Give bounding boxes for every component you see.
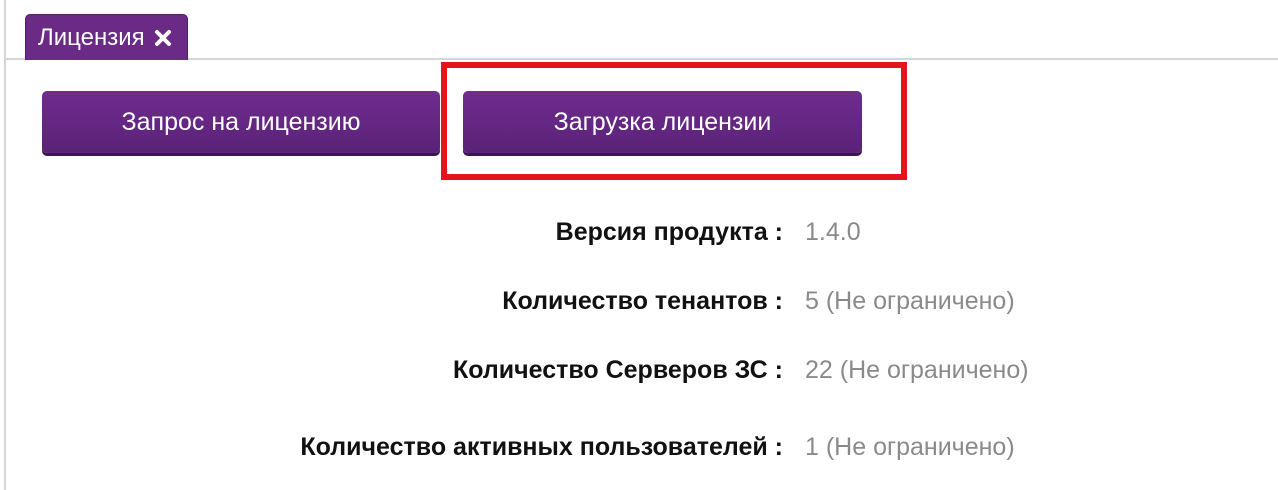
info-label: Количество тенантов :: [502, 287, 783, 315]
tab-license[interactable]: Лицензия: [25, 14, 188, 60]
close-icon[interactable]: [153, 28, 173, 48]
license-page: Лицензия Запрос на лицензию Загрузка лиц…: [0, 0, 1278, 490]
info-label: Версия продукта :: [555, 218, 783, 246]
info-value: 1 (Не ограничено): [805, 433, 1015, 461]
info-label: Количество активных пользователей :: [300, 433, 783, 461]
info-row-product-version: Версия продукта : 1.4.0: [0, 218, 1278, 258]
info-value: 22 (Не ограничено): [805, 356, 1029, 384]
info-value: 1.4.0: [805, 218, 861, 246]
tab-license-label: Лицензия: [38, 23, 145, 51]
info-label: Количество Серверов ЗС :: [452, 356, 783, 384]
tab-strip-divider: [6, 58, 1278, 60]
info-value: 5 (Не ограничено): [805, 287, 1015, 315]
license-upload-button[interactable]: Загрузка лицензии: [463, 91, 862, 153]
info-row-active-users: Количество активных пользователей : 1 (Н…: [0, 433, 1278, 473]
license-request-button[interactable]: Запрос на лицензию: [42, 91, 440, 153]
info-row-tenants: Количество тенантов : 5 (Не ограничено): [0, 287, 1278, 327]
info-row-servers: Количество Серверов ЗС : 22 (Не ограниче…: [0, 356, 1278, 396]
